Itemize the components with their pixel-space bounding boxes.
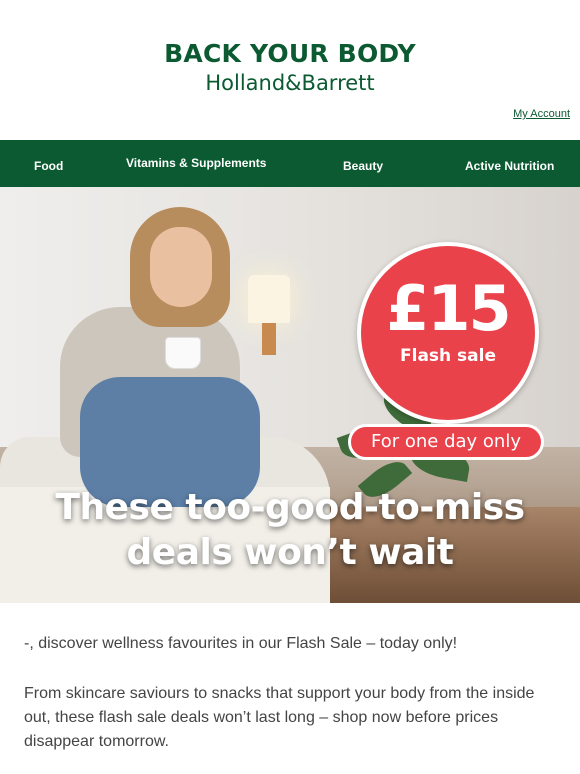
price-badge: £15 Flash sale bbox=[357, 242, 539, 424]
badge-price: £15 bbox=[386, 272, 511, 345]
logo-tagline: BACK YOUR BODY bbox=[164, 39, 416, 68]
woman-face bbox=[150, 227, 212, 307]
duration-pill: For one day only bbox=[348, 424, 544, 460]
my-account-link[interactable]: My Account bbox=[513, 108, 570, 120]
nav-item-beauty[interactable]: Beauty bbox=[343, 159, 383, 173]
logo[interactable]: BACK YOUR BODY Holland&Barrett bbox=[0, 40, 580, 97]
lamp-shade bbox=[248, 275, 290, 323]
nav-item-vitamins[interactable]: Vitamins & Supplements bbox=[126, 156, 266, 170]
mug bbox=[165, 337, 201, 369]
body-paragraph: From skincare saviours to snacks that su… bbox=[24, 685, 535, 750]
headline-line-1: These too-good-to-miss bbox=[55, 487, 525, 528]
logo-brand: Holland&Barrett bbox=[205, 71, 375, 95]
nav-item-active-nutrition[interactable]: Active Nutrition bbox=[465, 159, 554, 173]
main-nav: Food Vitamins & Supplements Beauty Activ… bbox=[0, 140, 580, 187]
hero-headline: These too-good-to-miss deals won’t wait bbox=[0, 485, 580, 575]
nav-item-food[interactable]: Food bbox=[34, 159, 63, 173]
badge-caption: Flash sale bbox=[400, 346, 496, 366]
intro-text: -, discover wellness favourites in our F… bbox=[24, 635, 458, 652]
headline-line-2: deals won’t wait bbox=[126, 532, 454, 573]
hero-banner[interactable]: £15 Flash sale For one day only These to… bbox=[0, 187, 580, 603]
lamp-base bbox=[262, 323, 276, 355]
